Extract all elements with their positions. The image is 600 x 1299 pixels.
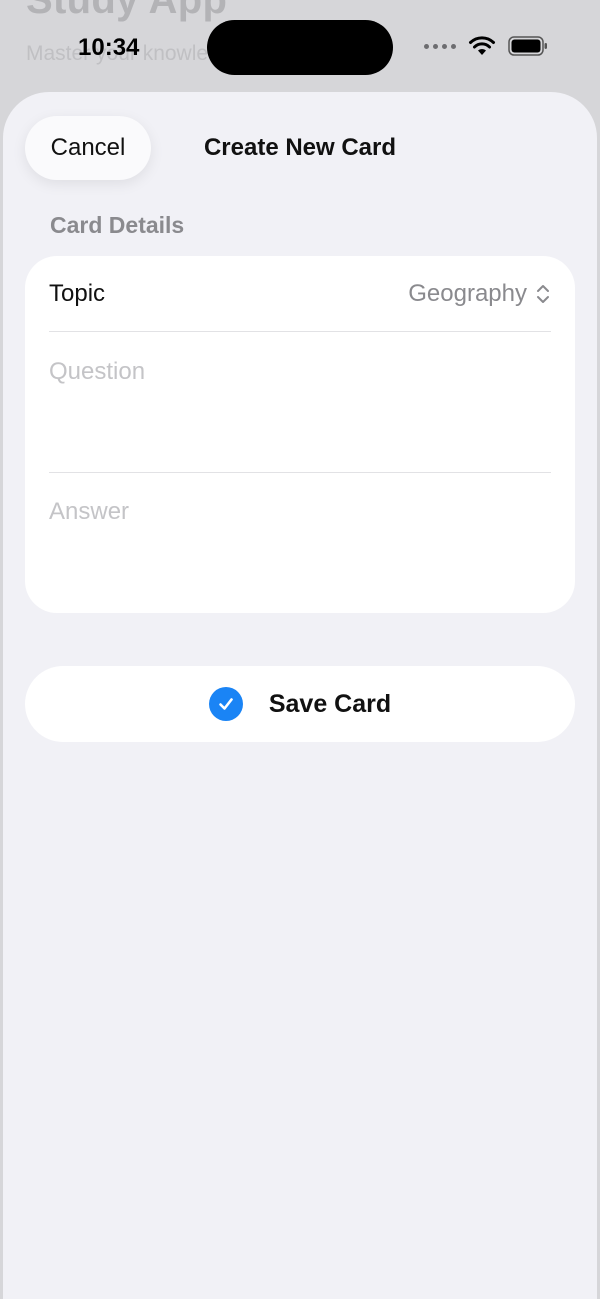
create-card-sheet: Cancel Create New Card Card Details Topi… <box>3 92 597 1299</box>
save-card-label: Save Card <box>268 689 392 718</box>
chevron-up-down-icon <box>537 284 549 303</box>
question-input[interactable] <box>49 358 551 468</box>
divider <box>49 472 551 473</box>
status-bar: 10:34 <box>0 0 600 92</box>
card-details-form: Topic Geography <box>25 256 575 613</box>
battery-icon <box>508 36 547 56</box>
topic-label: Topic <box>49 279 106 307</box>
screen: Study App Master your knowledge with fla… <box>0 0 600 1299</box>
topic-row[interactable]: Topic Geography <box>49 256 551 332</box>
status-icons <box>424 36 548 56</box>
section-header-card-details: Card Details <box>50 212 185 238</box>
save-card-button[interactable]: Save Card <box>25 666 575 742</box>
topic-value: Geography <box>408 279 527 307</box>
cellular-dots-icon <box>424 43 456 49</box>
topic-picker[interactable]: Geography <box>408 280 551 308</box>
wifi-icon <box>469 36 495 55</box>
status-time: 10:34 <box>78 34 140 61</box>
answer-input[interactable] <box>49 498 551 598</box>
checkmark-circle-icon <box>208 687 243 721</box>
sheet-title: Create New Card <box>203 134 397 161</box>
dynamic-island <box>207 20 393 75</box>
